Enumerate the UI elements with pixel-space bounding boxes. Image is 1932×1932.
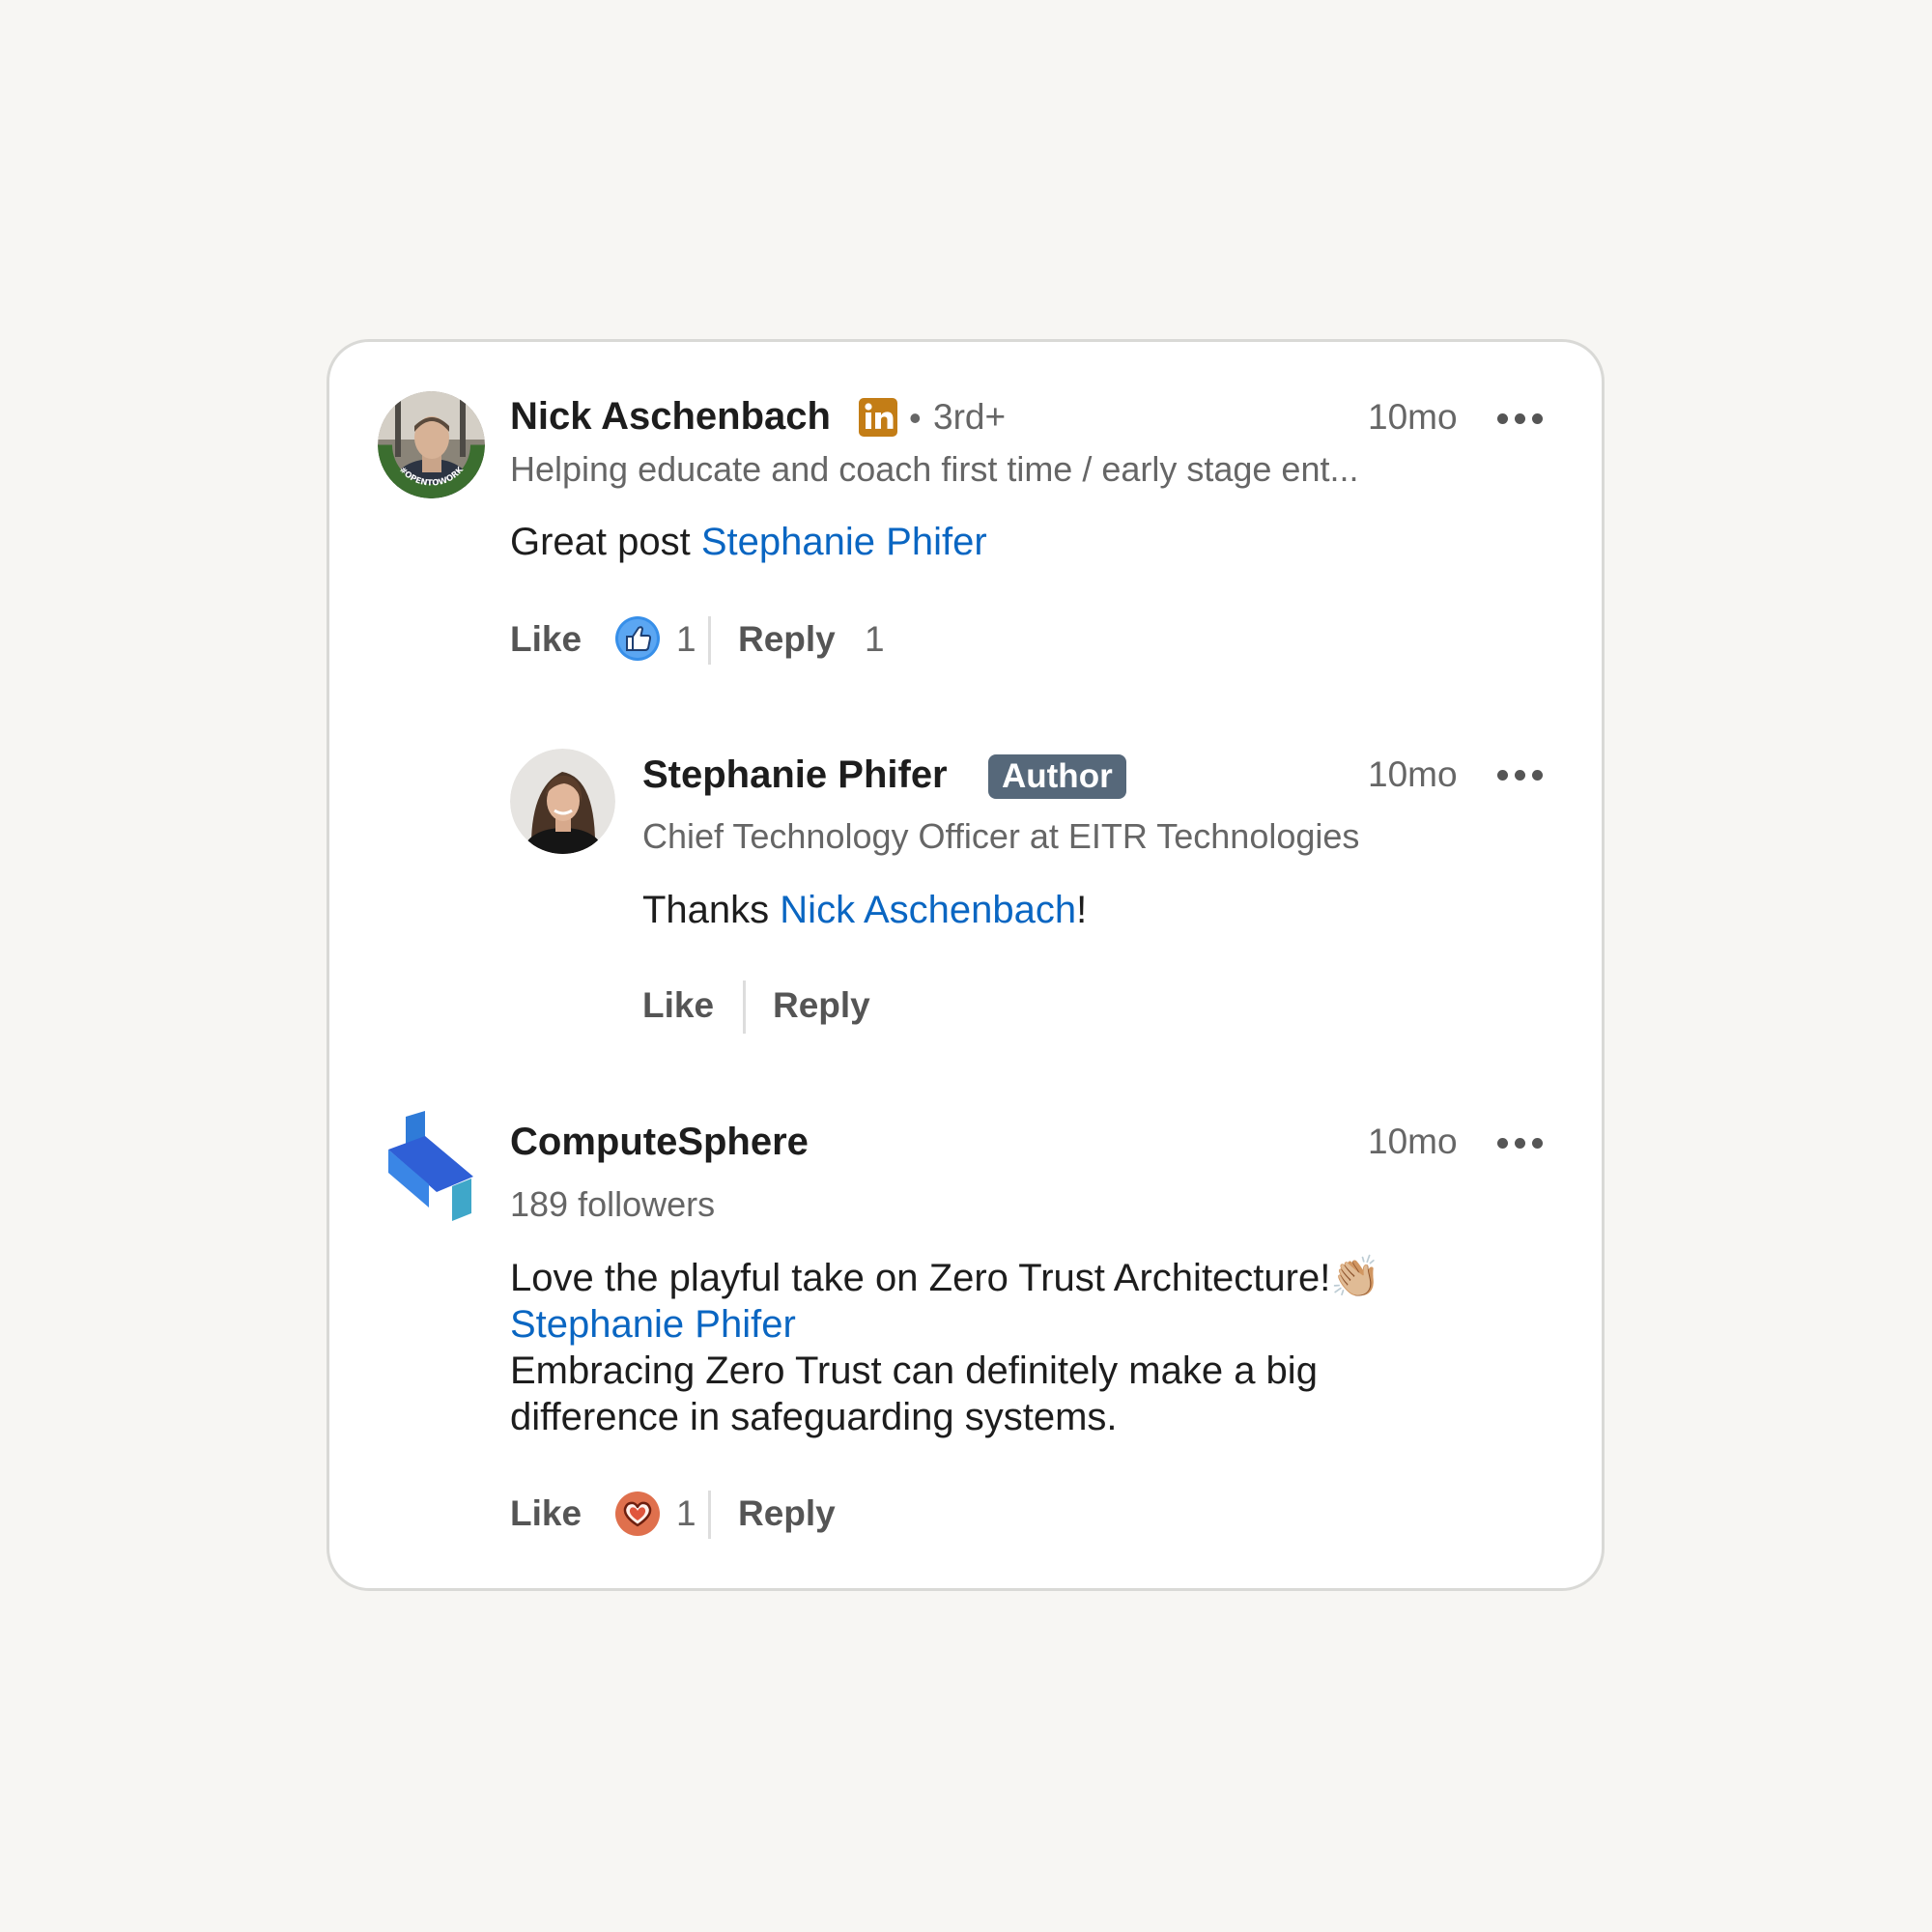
action-divider bbox=[743, 980, 746, 1034]
mention-link[interactable]: Stephanie Phifer bbox=[510, 1301, 1381, 1348]
more-options-icon[interactable] bbox=[1497, 770, 1544, 781]
like-button[interactable]: Like bbox=[642, 985, 714, 1026]
author-headline: Chief Technology Officer at EITR Technol… bbox=[642, 816, 1360, 856]
action-divider bbox=[708, 1491, 711, 1539]
author-badge: Author bbox=[988, 754, 1126, 799]
author-name[interactable]: Stephanie Phifer bbox=[642, 753, 948, 797]
comment-text: Thanks Nick Aschenbach! bbox=[642, 887, 1087, 933]
follower-count: 189 followers bbox=[510, 1184, 716, 1224]
timestamp: 10mo bbox=[1368, 1122, 1458, 1161]
comment-line-3: Embracing Zero Trust can definitely make… bbox=[510, 1350, 1318, 1392]
comment-text: Great post Stephanie Phifer bbox=[510, 519, 987, 565]
love-heart-icon bbox=[614, 1491, 661, 1537]
mention-link[interactable]: Stephanie Phifer bbox=[701, 521, 987, 563]
reply-button[interactable]: Reply bbox=[773, 985, 870, 1026]
connection-degree: 3rd+ bbox=[933, 397, 1007, 437]
reply-button[interactable]: Reply bbox=[738, 1493, 836, 1534]
like-count: 1 bbox=[676, 1493, 696, 1533]
comment-text-prefix: Thanks bbox=[642, 889, 781, 931]
author-name[interactable]: Nick Aschenbach bbox=[510, 395, 831, 439]
more-options-icon[interactable] bbox=[1497, 1138, 1544, 1150]
avatar-stephanie-phifer[interactable] bbox=[510, 749, 615, 854]
comment-line-4: difference in safeguarding systems. bbox=[510, 1396, 1118, 1438]
avatar-nick-aschenbach[interactable]: #OPENTOWORK bbox=[378, 391, 485, 498]
separator-dot: • bbox=[909, 398, 922, 438]
comment-text: Love the playful take on Zero Trust Arch… bbox=[510, 1254, 1381, 1440]
more-options-icon[interactable] bbox=[1497, 413, 1544, 425]
action-divider bbox=[708, 616, 711, 665]
comment-line-1: Love the playful take on Zero Trust Arch… bbox=[510, 1257, 1331, 1299]
like-thumb-icon bbox=[614, 615, 661, 662]
linkedin-premium-icon bbox=[858, 397, 898, 438]
computesphere-logo[interactable] bbox=[384, 1111, 477, 1221]
timestamp: 10mo bbox=[1368, 397, 1458, 437]
like-button[interactable]: Like bbox=[510, 1493, 582, 1534]
reply-button[interactable]: Reply bbox=[738, 619, 836, 660]
like-button[interactable]: Like bbox=[510, 619, 582, 660]
comment-text-suffix: ! bbox=[1076, 889, 1088, 931]
comment-text-prefix: Great post bbox=[510, 521, 701, 563]
reply-count[interactable]: 1 bbox=[865, 619, 885, 660]
author-headline: Helping educate and coach first time / e… bbox=[510, 449, 1359, 489]
like-count: 1 bbox=[676, 619, 696, 659]
author-name[interactable]: ComputeSphere bbox=[510, 1121, 809, 1164]
timestamp: 10mo bbox=[1368, 754, 1458, 794]
clapping-hands-emoji: 👏🏼 bbox=[1330, 1254, 1381, 1299]
mention-link[interactable]: Nick Aschenbach bbox=[780, 889, 1076, 931]
